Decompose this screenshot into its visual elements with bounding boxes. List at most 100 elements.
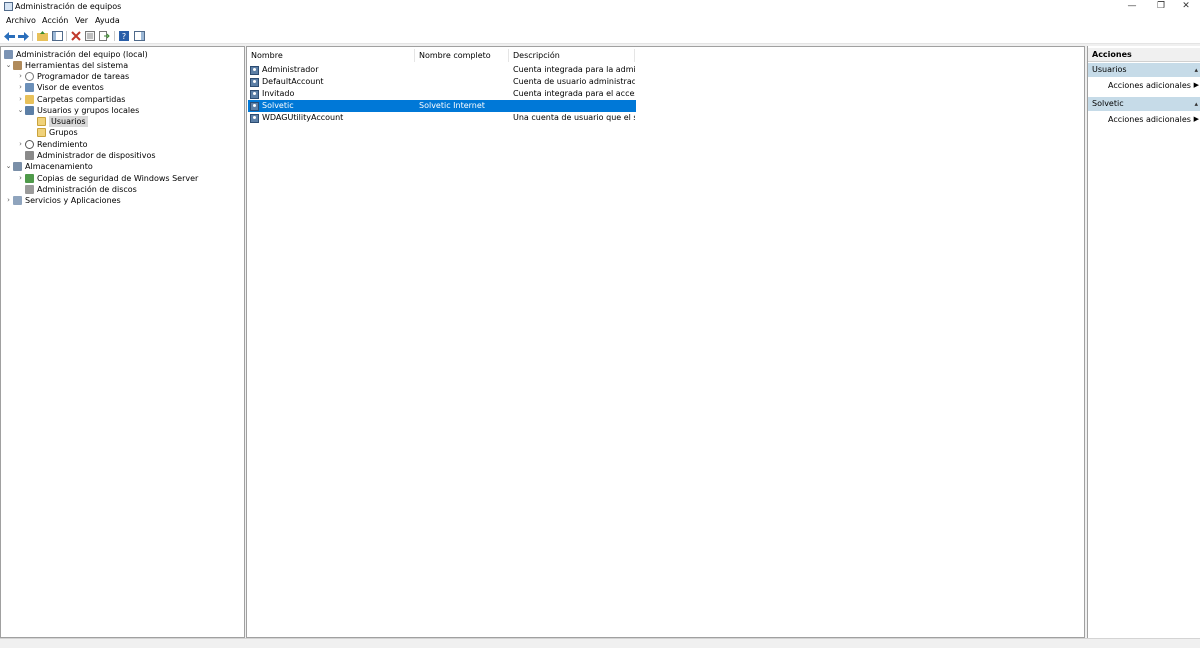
back-icon[interactable] (3, 30, 15, 42)
tree-item-event-viewer[interactable]: › Visor de eventos (16, 82, 104, 93)
user-icon (250, 66, 259, 75)
tree-item-system-tools[interactable]: ⌄ Herramientas del sistema (4, 60, 128, 71)
user-description: Cuenta integrada para la administ... (513, 65, 635, 74)
event-viewer-icon (25, 83, 34, 92)
column-header-full-name[interactable]: Nombre completo (415, 49, 509, 62)
performance-icon (25, 140, 34, 149)
minimize-button[interactable]: — (1117, 0, 1147, 14)
actions-group-solvetic[interactable]: Solvetic ▴ (1088, 97, 1200, 111)
more-actions-label: Acciones adicionales (1108, 115, 1191, 124)
console-tree: Administración del equipo (local) ⌄ Herr… (0, 46, 245, 638)
actions-pane: Acciones Usuarios ▴ Acciones adicionales… (1087, 46, 1200, 638)
more-actions-label: Acciones adicionales (1108, 81, 1191, 90)
computer-icon (4, 50, 13, 59)
column-header-description[interactable]: Descripción (509, 49, 635, 62)
list-item[interactable]: DefaultAccount Cuenta de usuario adminis… (248, 76, 636, 88)
chevron-right-icon[interactable]: › (16, 139, 25, 150)
actions-group-users[interactable]: Usuarios ▴ (1088, 63, 1200, 77)
user-name: Administrador (262, 65, 319, 74)
show-hide-tree-icon[interactable] (51, 30, 63, 42)
more-actions-button[interactable]: Acciones adicionales ▶ (1088, 113, 1200, 126)
tree-item-performance[interactable]: › Rendimiento (16, 139, 88, 150)
window-title: Administración de equipos (15, 2, 122, 11)
users-list: Nombre Nombre completo Descripción Admin… (246, 46, 1085, 638)
collapse-icon[interactable]: ▴ (1194, 97, 1198, 111)
more-actions-button[interactable]: Acciones adicionales ▶ (1088, 79, 1200, 92)
submenu-arrow-icon: ▶ (1193, 115, 1199, 123)
actions-group-label: Solvetic (1092, 99, 1124, 108)
list-header: Nombre Nombre completo Descripción (247, 49, 1084, 62)
menu-accion[interactable]: Acción (42, 16, 68, 25)
chevron-right-icon[interactable]: › (16, 82, 25, 93)
chevron-right-icon[interactable]: › (16, 94, 25, 105)
tree-item-task-scheduler[interactable]: › Programador de tareas (16, 71, 129, 82)
tree-item-root[interactable]: Administración del equipo (local) (4, 49, 148, 60)
toolbar: ? (0, 28, 1200, 44)
device-manager-icon (25, 151, 34, 160)
chevron-right-icon[interactable]: › (4, 195, 13, 206)
column-header-name[interactable]: Nombre (247, 49, 415, 62)
submenu-arrow-icon: ▶ (1193, 81, 1199, 89)
chevron-down-icon[interactable]: ⌄ (16, 105, 25, 116)
properties-icon[interactable] (84, 30, 96, 42)
user-icon (250, 90, 259, 99)
chevron-down-icon[interactable]: ⌄ (4, 60, 13, 71)
user-description: Una cuenta de usuario que el siste... (513, 113, 635, 122)
computer-management-icon (4, 2, 13, 11)
close-button[interactable]: ✕ (1171, 0, 1200, 14)
menu-ayuda[interactable]: Ayuda (95, 16, 120, 25)
chevron-right-icon[interactable]: › (16, 173, 25, 184)
toolbar-separator (66, 31, 67, 41)
storage-icon (13, 162, 22, 171)
actions-group-label: Usuarios (1092, 65, 1127, 74)
svg-text:?: ? (122, 32, 126, 41)
tree-item-groups[interactable]: Grupos (37, 127, 78, 138)
tree-item-shared-folders[interactable]: › Carpetas compartidas (16, 94, 125, 105)
forward-icon[interactable] (17, 30, 29, 42)
menu-bar: Archivo Acción Ver Ayuda (0, 14, 1200, 28)
tree-item-services-apps[interactable]: › Servicios y Aplicaciones (4, 195, 121, 206)
backup-icon (25, 174, 34, 183)
collapse-icon[interactable]: ▴ (1194, 63, 1198, 77)
tree-item-storage[interactable]: ⌄ Almacenamiento (4, 161, 93, 172)
list-item[interactable]: Invitado Cuenta integrada para el acceso… (248, 88, 636, 100)
shared-folder-icon (25, 95, 34, 104)
user-icon (250, 78, 259, 87)
user-name: WDAGUtilityAccount (262, 113, 344, 122)
tree-item-device-manager[interactable]: Administrador de dispositivos (25, 150, 156, 161)
user-full-name: Solvetic Internet (419, 101, 485, 110)
tree-item-local-users-groups[interactable]: ⌄ Usuarios y grupos locales (16, 105, 139, 116)
tree-item-backup[interactable]: › Copias de seguridad de Windows Server (16, 173, 198, 184)
user-icon (250, 102, 259, 111)
up-folder-icon[interactable] (36, 30, 48, 42)
actions-header: Acciones (1088, 48, 1200, 62)
user-icon (250, 114, 259, 123)
folder-icon (37, 128, 46, 137)
export-list-icon[interactable] (98, 30, 110, 42)
list-item[interactable]: WDAGUtilityAccount Una cuenta de usuario… (248, 112, 636, 124)
tree-item-disk-management[interactable]: Administración de discos (25, 184, 137, 195)
show-action-pane-icon[interactable] (133, 30, 145, 42)
menu-ver[interactable]: Ver (75, 16, 88, 25)
help-icon[interactable]: ? (118, 30, 130, 42)
tree-item-users[interactable]: Usuarios (37, 116, 88, 127)
users-groups-icon (25, 106, 34, 115)
clock-icon (25, 72, 34, 81)
toolbar-separator (32, 31, 33, 41)
title-bar: Administración de equipos — ❐ ✕ (0, 0, 1200, 14)
user-description: Cuenta de usuario administrada p... (513, 77, 635, 86)
chevron-down-icon[interactable]: ⌄ (4, 161, 13, 172)
services-icon (13, 196, 22, 205)
list-item-selected[interactable]: Solvetic Solvetic Internet (248, 100, 636, 112)
user-name: Invitado (262, 89, 295, 98)
list-item[interactable]: Administrador Cuenta integrada para la a… (248, 64, 636, 76)
status-bar (0, 638, 1200, 648)
delete-icon[interactable] (70, 30, 82, 42)
toolbar-separator (114, 31, 115, 41)
tools-icon (13, 61, 22, 70)
user-name: DefaultAccount (262, 77, 324, 86)
chevron-right-icon[interactable]: › (16, 71, 25, 82)
folder-icon (37, 117, 46, 126)
menu-archivo[interactable]: Archivo (6, 16, 36, 25)
user-description: Cuenta integrada para el acceso c... (513, 89, 635, 98)
